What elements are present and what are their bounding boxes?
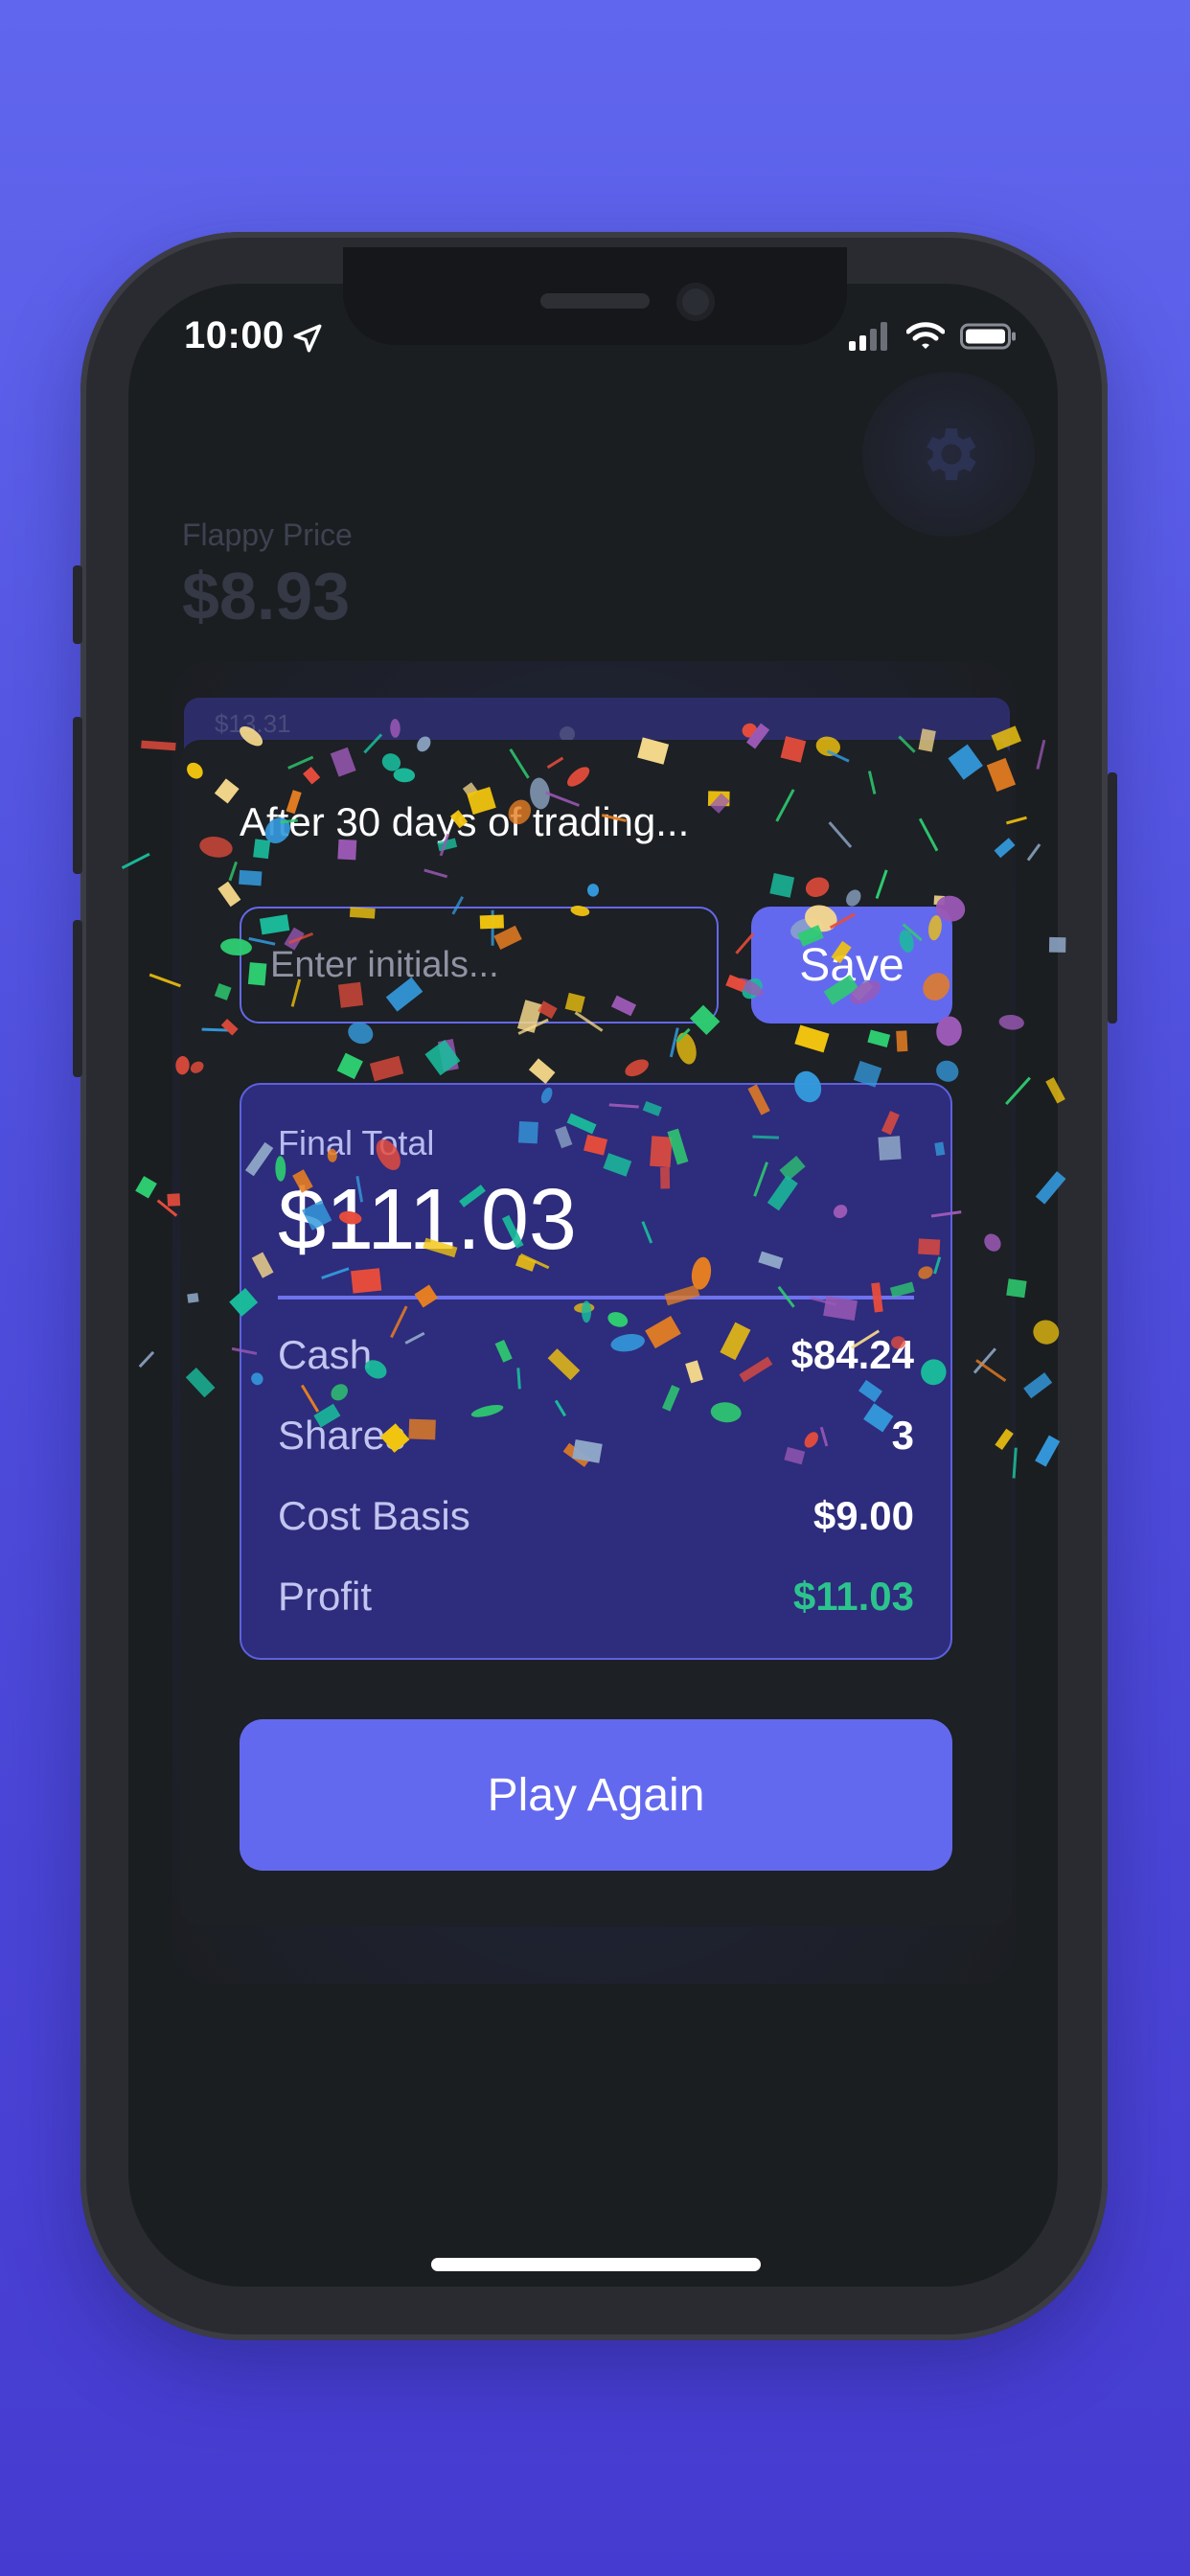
cash-label: Cash	[278, 1332, 373, 1377]
wifi-icon	[906, 322, 945, 349]
power-button	[1108, 772, 1117, 1024]
card-title: After 30 days of trading...	[240, 799, 690, 844]
silent-switch	[73, 565, 82, 644]
cash-value: $84.24	[790, 1332, 914, 1377]
play-again-button[interactable]: Play Again	[240, 1719, 952, 1871]
status-icons	[849, 322, 1018, 351]
profit-value: $11.03	[792, 1574, 914, 1619]
front-camera	[676, 283, 715, 321]
summary-divider	[278, 1296, 914, 1300]
status-time: 10:00	[184, 314, 285, 356]
home-indicator[interactable]	[431, 2258, 761, 2271]
initials-input[interactable]	[240, 907, 719, 1024]
profit-label: Profit	[278, 1574, 373, 1619]
final-total-value: $111.03	[278, 1172, 577, 1268]
settings-button[interactable]	[862, 372, 1035, 537]
chart-high-label: $13.31	[215, 709, 291, 738]
flappy-price-value: $8.93	[182, 559, 351, 633]
save-button[interactable]: Save	[751, 907, 952, 1024]
volume-up-button	[73, 717, 82, 874]
location-arrow-icon	[293, 324, 322, 353]
shares-label: Shares	[278, 1413, 406, 1458]
cellular-signal-icon	[849, 322, 887, 351]
cost-basis-value: $9.00	[812, 1493, 914, 1538]
battery-icon	[960, 323, 1016, 350]
final-total-label: Final Total	[278, 1123, 435, 1162]
shares-value: 3	[891, 1413, 914, 1458]
volume-down-button	[73, 920, 82, 1077]
gear-icon	[927, 428, 976, 480]
cost-basis-label: Cost Basis	[278, 1493, 470, 1538]
flappy-price-label: Flappy Price	[182, 518, 353, 552]
speaker-grille	[540, 293, 650, 309]
